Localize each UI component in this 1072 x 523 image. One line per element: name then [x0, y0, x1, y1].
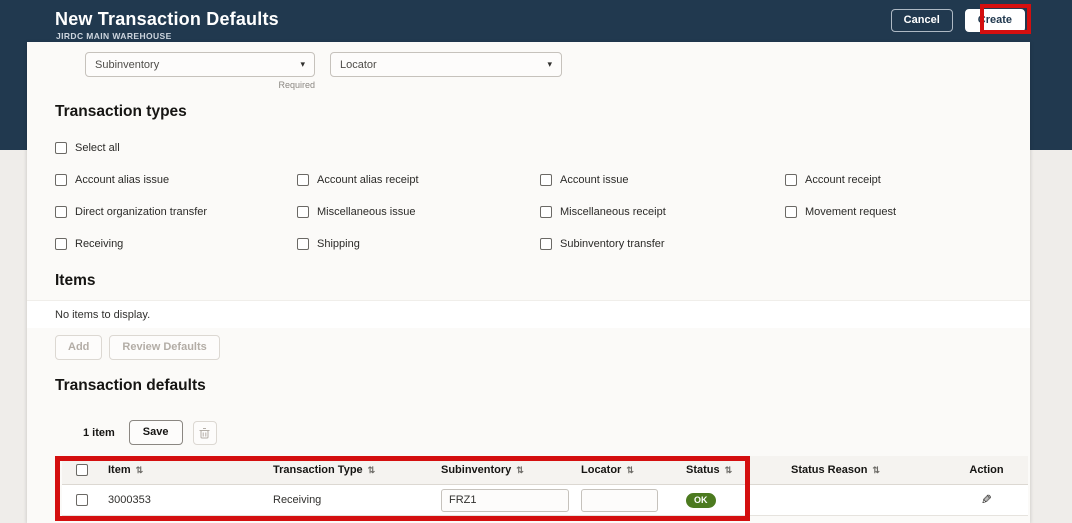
- column-label: Transaction Type: [273, 464, 363, 476]
- create-button[interactable]: Create: [964, 9, 1025, 32]
- type-label: Account receipt: [805, 174, 881, 186]
- type-label: Miscellaneous receipt: [560, 206, 666, 218]
- column-label: Subinventory: [441, 464, 512, 476]
- account-alias-receipt-checkbox[interactable]: [297, 174, 309, 186]
- column-label: Item: [108, 464, 131, 476]
- type-row-miscellaneous-issue: Miscellaneous issue: [297, 206, 540, 218]
- table-row: 3000353 Receiving OK ✎: [62, 485, 1028, 516]
- delete-button[interactable]: [192, 420, 217, 445]
- sort-icon[interactable]: ⇅: [725, 465, 733, 475]
- add-button[interactable]: Add: [55, 335, 103, 360]
- type-label: Receiving: [75, 238, 124, 250]
- select-all-label: Select all: [75, 142, 120, 154]
- type-label: Account alias receipt: [317, 174, 419, 186]
- chevron-down-icon: ▾: [300, 59, 305, 69]
- cancel-button[interactable]: Cancel: [890, 9, 953, 32]
- edit-pencil-icon[interactable]: ✎: [981, 492, 992, 508]
- type-label: Subinventory transfer: [560, 238, 665, 250]
- column-header-status[interactable]: Status ⇅: [680, 464, 785, 476]
- main-panel: Subinventory ▾ Locator ▾ Required Transa…: [27, 42, 1030, 523]
- account-alias-issue-checkbox[interactable]: [55, 174, 67, 186]
- account-issue-checkbox[interactable]: [540, 174, 552, 186]
- column-header-status-reason[interactable]: Status Reason ⇅: [785, 464, 945, 476]
- transaction-types-heading: Transaction types: [55, 103, 187, 120]
- page-subtitle: JIRDC MAIN WAREHOUSE: [56, 31, 172, 41]
- sort-icon[interactable]: ⇅: [872, 465, 880, 475]
- select-all-rows-checkbox[interactable]: [76, 464, 88, 476]
- type-row-shipping: Shipping: [297, 238, 540, 250]
- type-label: Account alias issue: [75, 174, 170, 186]
- type-row-account-receipt: Account receipt: [785, 174, 1005, 186]
- type-label: Shipping: [317, 238, 360, 250]
- movement-request-checkbox[interactable]: [785, 206, 797, 218]
- type-row-movement-request: Movement request: [785, 206, 1005, 218]
- type-row-receiving: Receiving: [55, 238, 297, 250]
- column-label: Action: [969, 464, 1004, 476]
- row-transaction-type-cell: Receiving: [273, 494, 322, 506]
- page-title: New Transaction Defaults: [55, 9, 279, 29]
- trash-icon: [199, 427, 210, 439]
- review-defaults-button[interactable]: Review Defaults: [109, 335, 220, 360]
- column-label: Status: [686, 464, 720, 476]
- sort-icon[interactable]: ⇅: [626, 465, 634, 475]
- row-locator-input[interactable]: [581, 488, 658, 512]
- type-label: Direct organization transfer: [75, 206, 208, 218]
- receiving-checkbox[interactable]: [55, 238, 67, 250]
- subinventory-select-label: Subinventory: [95, 58, 160, 71]
- column-header-action: Action: [945, 464, 1028, 476]
- column-header-transaction-type[interactable]: Transaction Type ⇅: [267, 464, 435, 476]
- column-header-locator[interactable]: Locator ⇅: [575, 464, 680, 476]
- row-item-cell: 3000353: [108, 494, 151, 506]
- sort-icon[interactable]: ⇅: [516, 465, 524, 475]
- locator-select[interactable]: Locator ▾: [330, 52, 562, 77]
- items-buttons: Add Review Defaults: [55, 335, 220, 360]
- account-receipt-checkbox[interactable]: [785, 174, 797, 186]
- items-empty-message: No items to display.: [27, 300, 1030, 328]
- status-badge: OK: [686, 492, 716, 508]
- type-row-miscellaneous-receipt: Miscellaneous receipt: [540, 206, 785, 218]
- shipping-checkbox[interactable]: [297, 238, 309, 250]
- defaults-toolbar: 1 item Save: [83, 420, 217, 445]
- miscellaneous-receipt-checkbox[interactable]: [540, 206, 552, 218]
- save-button[interactable]: Save: [128, 420, 183, 445]
- type-label: Miscellaneous issue: [317, 206, 416, 218]
- row-subinventory-input[interactable]: [441, 488, 569, 512]
- type-row-subinventory-transfer: Subinventory transfer: [540, 238, 785, 250]
- item-count: 1 item: [83, 426, 115, 439]
- chevron-down-icon: ▾: [547, 59, 552, 69]
- transaction-types-grid: Account alias issue Account alias receip…: [55, 174, 1005, 250]
- required-hint: Required: [278, 80, 315, 90]
- type-row-account-alias-issue: Account alias issue: [55, 174, 297, 186]
- subinventory-select[interactable]: Subinventory ▾: [85, 52, 315, 77]
- transaction-defaults-heading: Transaction defaults: [55, 377, 206, 394]
- select-all-row: Select all: [55, 142, 120, 154]
- column-header-item[interactable]: Item ⇅: [102, 464, 267, 476]
- direct-organization-transfer-checkbox[interactable]: [55, 206, 67, 218]
- miscellaneous-issue-checkbox[interactable]: [297, 206, 309, 218]
- column-label: Locator: [581, 464, 622, 476]
- items-heading: Items: [55, 272, 96, 289]
- sort-icon[interactable]: ⇅: [368, 465, 376, 475]
- row-select-checkbox[interactable]: [76, 494, 88, 506]
- subinventory-transfer-checkbox[interactable]: [540, 238, 552, 250]
- sort-icon[interactable]: ⇅: [136, 465, 144, 475]
- transaction-defaults-table: Item ⇅ Transaction Type ⇅ Subinventory ⇅…: [62, 456, 1028, 516]
- locator-select-label: Locator: [340, 58, 377, 71]
- column-header-subinventory[interactable]: Subinventory ⇅: [435, 464, 575, 476]
- type-label: Movement request: [805, 206, 897, 218]
- column-label: Status Reason: [791, 464, 868, 476]
- type-row-direct-organization-transfer: Direct organization transfer: [55, 206, 297, 218]
- type-row-account-issue: Account issue: [540, 174, 785, 186]
- table-header-row: Item ⇅ Transaction Type ⇅ Subinventory ⇅…: [62, 456, 1028, 485]
- header-actions: Cancel Create: [890, 9, 1025, 32]
- select-all-checkbox[interactable]: [55, 142, 67, 154]
- type-label: Account issue: [560, 174, 629, 186]
- type-row-account-alias-receipt: Account alias receipt: [297, 174, 540, 186]
